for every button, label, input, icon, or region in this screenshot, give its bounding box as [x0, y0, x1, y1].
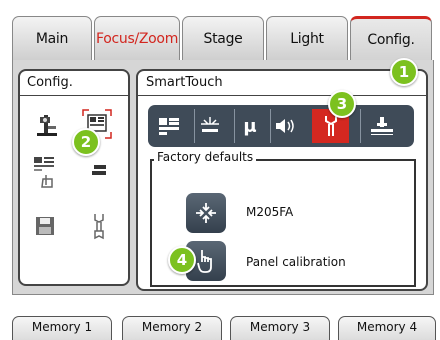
tab-light[interactable]: Light: [266, 16, 348, 60]
smarttouch-panel-divider: [138, 95, 426, 96]
tab-focus-zoom-label: Focus/Zoom: [95, 30, 179, 47]
tab-light-label: Light: [290, 30, 324, 47]
layout-icon: [159, 118, 179, 135]
light-button[interactable]: [194, 109, 225, 143]
config-panel-divider: [20, 95, 128, 96]
panel-calibration-label: Panel calibration: [246, 255, 346, 269]
stage-icon: [371, 117, 393, 135]
sound-button[interactable]: [270, 109, 301, 143]
top-tab-bar: Main Focus/Zoom Stage Light Config.: [12, 16, 432, 62]
memory-tab-1-label: Memory 1: [31, 320, 93, 334]
memory-tab-1[interactable]: Memory 1: [12, 316, 112, 340]
memory-tab-2-label: Memory 2: [141, 320, 203, 334]
tab-main[interactable]: Main: [12, 16, 92, 60]
stack-icon[interactable]: [90, 163, 108, 181]
memory-tab-3[interactable]: Memory 3: [230, 316, 330, 340]
memory-tab-2[interactable]: Memory 2: [122, 316, 222, 340]
mu-icon: μ: [243, 115, 257, 137]
tab-config-label: Config.: [367, 31, 415, 48]
tab-main-label: Main: [35, 30, 69, 47]
sound-icon: [276, 119, 294, 133]
tab-focus-zoom[interactable]: Focus/Zoom: [94, 16, 180, 60]
mu-button[interactable]: μ: [234, 109, 265, 143]
light-icon: [201, 117, 219, 132]
config-panel-title: Config.: [27, 75, 73, 90]
reset-arrows-icon: [196, 203, 216, 223]
layout-button[interactable]: [154, 109, 184, 143]
factory-defaults-label: Factory defaults: [154, 150, 257, 164]
reset-model-label: M205FA: [246, 205, 294, 219]
callout-1: 1: [390, 58, 418, 86]
callout-3: 3: [328, 90, 356, 118]
reset-model-button[interactable]: [186, 193, 226, 233]
tab-stage[interactable]: Stage: [182, 16, 264, 60]
stage-button[interactable]: [360, 109, 403, 143]
memory-tab-4-label: Memory 4: [356, 320, 418, 334]
callout-2: 2: [72, 128, 100, 156]
wrench-icon[interactable]: [86, 211, 112, 241]
touch-keypad-icon[interactable]: [32, 155, 62, 189]
app-frame: Main Focus/Zoom Stage Light Config. Conf…: [2, 2, 436, 340]
memory-tab-3-label: Memory 3: [249, 320, 311, 334]
tab-stage-label: Stage: [203, 30, 243, 47]
callout-4: 4: [168, 246, 196, 274]
smarttouch-panel-title: SmartTouch: [146, 75, 223, 90]
memory-tab-4[interactable]: Memory 4: [338, 316, 436, 340]
smarttouch-toolbar: μ: [148, 105, 414, 147]
config-panel: Config.: [18, 69, 130, 286]
tab-config[interactable]: Config.: [350, 16, 432, 60]
hand-pointer-icon: [197, 250, 212, 273]
microscope-config-icon[interactable]: [34, 111, 60, 137]
save-disk-icon[interactable]: [34, 215, 56, 237]
